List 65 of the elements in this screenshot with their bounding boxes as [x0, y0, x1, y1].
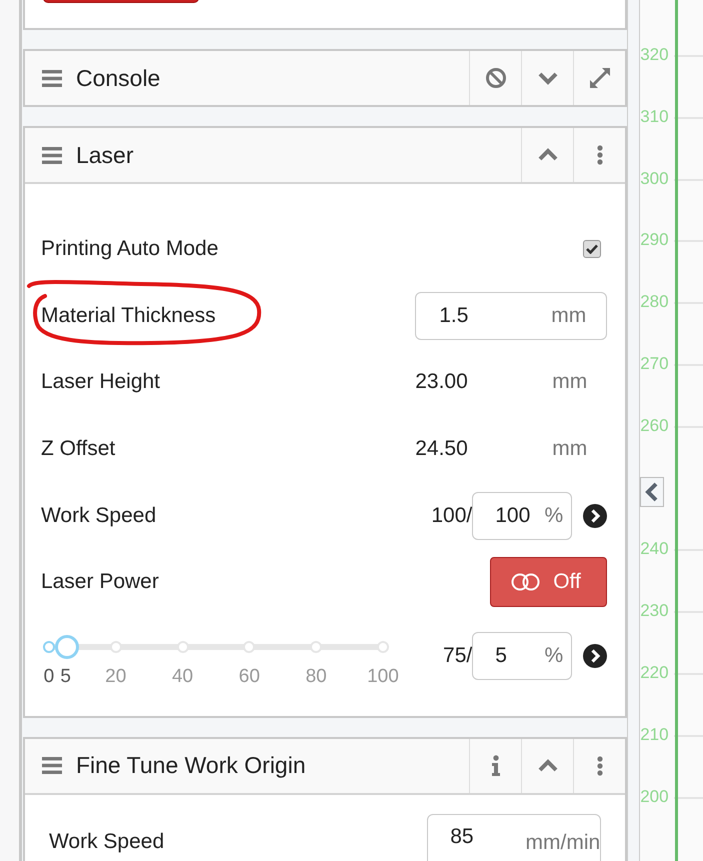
info-icon[interactable]: [490, 754, 501, 777]
unit-text: mm: [552, 370, 588, 394]
arrow-right-button[interactable]: [583, 644, 608, 668]
percent-field[interactable]: 5 %: [472, 632, 572, 680]
panel-title: Fine Tune Work Origin: [76, 752, 307, 780]
field-label: Material Thickness: [40, 304, 216, 328]
tick-label: 20: [105, 666, 126, 688]
axis-label: 300: [640, 168, 669, 189]
toggle-off-icon: [511, 573, 542, 592]
current-value: 100/: [431, 504, 472, 528]
field-label: Laser Height: [40, 370, 160, 394]
value-text: 24.50: [415, 437, 468, 462]
tick-label: 0: [44, 666, 54, 688]
thumb-label: 5: [60, 666, 71, 688]
field-label: Printing Auto Mode: [40, 237, 218, 262]
axis-label: 290: [640, 230, 669, 250]
expand-icon[interactable]: [588, 67, 611, 89]
arrow-right-button[interactable]: [583, 504, 608, 528]
chevron-up-icon[interactable]: [536, 147, 559, 163]
checkbox[interactable]: [583, 240, 602, 258]
axis-label: 230: [640, 601, 669, 622]
tick-label: 80: [306, 666, 327, 688]
collapse-button[interactable]: [640, 477, 664, 507]
menu-icon[interactable]: [42, 70, 62, 86]
axis-label: 310: [640, 106, 669, 127]
axis-label: 260: [640, 416, 669, 436]
chevron-up-icon[interactable]: [536, 758, 559, 774]
chevron-left-icon: [645, 482, 659, 502]
ban-icon[interactable]: [484, 67, 507, 89]
tick-mark: [42, 640, 55, 653]
tick-mark: [310, 640, 322, 653]
value-text: 23.00: [415, 370, 468, 394]
tick-mark: [110, 640, 122, 653]
more-icon[interactable]: [596, 145, 603, 165]
axis-label: 320: [640, 45, 669, 65]
tick-label: 60: [238, 666, 260, 688]
axis-label: 220: [640, 663, 669, 683]
tick-mark: [176, 640, 189, 653]
axis-label: 240: [640, 539, 669, 560]
field-label: Work Speed: [40, 504, 156, 528]
input-field[interactable]: 1.5 mm: [415, 292, 608, 340]
axis-label: 210: [640, 724, 669, 745]
percent-field[interactable]: 100 %: [472, 492, 572, 540]
field-label: Work Speed: [48, 830, 164, 854]
panel-title: Console: [76, 64, 162, 92]
field-label: Z Offset: [40, 437, 116, 462]
toggle-button[interactable]: Off: [490, 557, 608, 608]
check-icon: [586, 244, 598, 254]
menu-icon[interactable]: [42, 757, 62, 774]
tick-label: 40: [172, 666, 194, 688]
menu-icon[interactable]: [42, 146, 62, 164]
chevron-down-icon[interactable]: [536, 70, 559, 86]
slider-thumb[interactable]: [54, 634, 79, 659]
field-label: Laser Power: [40, 570, 159, 594]
tick-label: 100: [367, 666, 399, 688]
input-field[interactable]: 85 mm/min: [427, 814, 602, 861]
tick-mark: [376, 640, 389, 653]
axis-label: 280: [640, 292, 669, 312]
more-icon[interactable]: [596, 756, 603, 776]
tick-mark: [243, 640, 256, 653]
panel-title: Laser: [76, 142, 134, 168]
axis-label: 270: [640, 354, 669, 374]
unit-text: mm: [552, 437, 588, 462]
axis-label: 200: [640, 786, 669, 807]
current-value: 75/: [443, 644, 472, 668]
